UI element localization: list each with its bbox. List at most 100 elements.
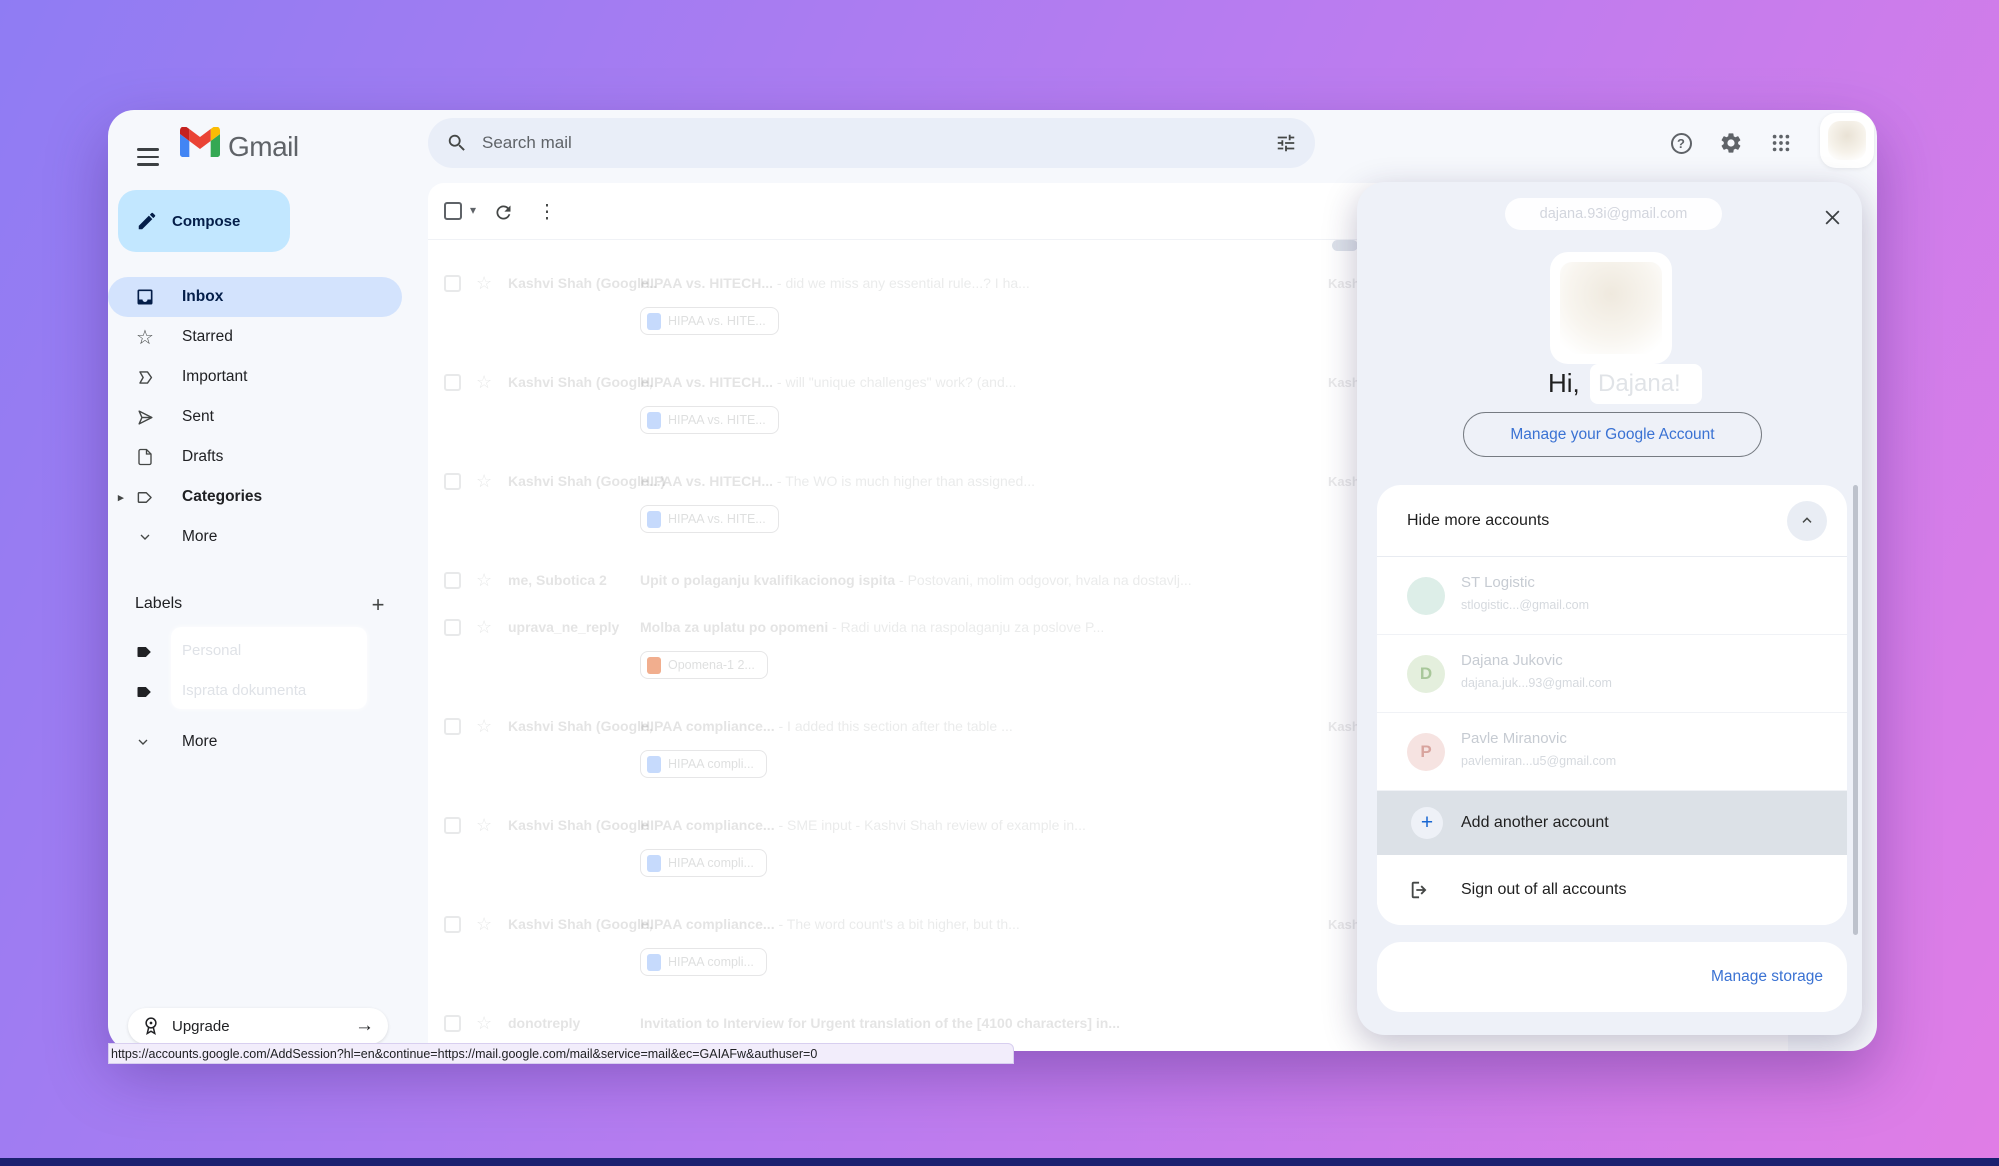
list-scrollbar[interactable] (1332, 240, 1358, 251)
caret-right-icon[interactable]: ▸ (118, 491, 124, 504)
close-icon[interactable] (1817, 202, 1847, 232)
row-checkbox[interactable] (444, 572, 461, 589)
help-icon[interactable]: ? (1661, 123, 1701, 163)
gmail-window: Gmail Search mail ? Compose Inbox☆Starre… (108, 110, 1877, 1051)
row-star-icon[interactable]: ☆ (476, 570, 492, 591)
row-star-icon[interactable]: ☆ (476, 914, 492, 935)
chevron-up-icon[interactable] (1787, 501, 1827, 541)
mail-subject: HIPAA compliance... - SME input - Kashvi… (640, 817, 1280, 833)
mail-snippet: - The word count's a bit higher, but th.… (778, 916, 1019, 932)
hide-more-accounts-row[interactable]: Hide more accounts (1377, 485, 1847, 557)
sign-out-row[interactable]: Sign out of all accounts (1377, 855, 1847, 925)
upgrade-button[interactable]: Upgrade → (128, 1008, 388, 1044)
attachment-chip-label: HIPAA vs. HITE... (668, 413, 766, 427)
attachment-chip[interactable]: Opomena-1 2... (640, 651, 768, 679)
attachment-chip[interactable]: HIPAA vs. HITE... (640, 406, 779, 434)
account-row[interactable]: PPavle Miranovicpavlemiran...u5@gmail.co… (1377, 713, 1847, 791)
apps-grid-icon[interactable] (1761, 123, 1801, 163)
row-star-icon[interactable]: ☆ (476, 1013, 492, 1034)
more-options-icon[interactable]: ⋮ (534, 199, 560, 225)
row-star-icon[interactable]: ☆ (476, 471, 492, 492)
plus-icon: + (1411, 807, 1443, 839)
add-label-icon[interactable]: + (364, 591, 392, 619)
account-avatar-icon: P (1407, 733, 1445, 771)
row-checkbox[interactable] (444, 718, 461, 735)
account-name-redacted: Dajana Jukovic (1461, 652, 1563, 669)
row-star-icon[interactable]: ☆ (476, 273, 492, 294)
sidebar-item-categories[interactable]: ▸ Categories (108, 477, 402, 517)
row-checkbox[interactable] (444, 473, 461, 490)
search-placeholder: Search mail (482, 133, 1275, 153)
sidebar-item-starred[interactable]: ☆Starred (108, 317, 402, 357)
attachment-chip[interactable]: HIPAA vs. HITE... (640, 505, 779, 533)
sidebar-item-more[interactable]: More (108, 517, 402, 557)
account-avatar-icon (1407, 577, 1445, 615)
attachment-doc-icon (647, 657, 661, 674)
row-star-icon[interactable]: ☆ (476, 617, 492, 638)
add-another-account-row[interactable]: + Add another account (1377, 791, 1847, 855)
label-text-redacted: Isprata dokumenta (182, 682, 306, 699)
attachment-chip[interactable]: HIPAA compli... (640, 849, 767, 877)
sidebar-item-sent[interactable]: Sent (108, 397, 402, 437)
upgrade-label: Upgrade (172, 1018, 230, 1035)
row-checkbox[interactable] (444, 817, 461, 834)
chevron-down-icon (135, 722, 151, 762)
account-row[interactable]: DDajana Jukovicdajana.juk...93@gmail.com (1377, 635, 1847, 713)
current-email-redacted: dajana.93i@gmail.com (1505, 198, 1722, 230)
row-checkbox[interactable] (444, 916, 461, 933)
row-star-icon[interactable]: ☆ (476, 815, 492, 836)
row-star-icon[interactable]: ☆ (476, 716, 492, 737)
account-row[interactable]: ST Logisticstlogistic...@gmail.com (1377, 557, 1847, 635)
attachment-chip[interactable]: HIPAA compli... (640, 750, 767, 778)
attachment-doc-icon (647, 412, 661, 429)
main-menu-icon[interactable] (132, 140, 166, 174)
sidebar-item-drafts[interactable]: Drafts (108, 437, 402, 477)
compose-button[interactable]: Compose (118, 190, 290, 252)
select-dropdown-caret-icon[interactable]: ▾ (470, 203, 476, 217)
attachment-chip-label: HIPAA compli... (668, 757, 754, 771)
attachment-chip[interactable]: HIPAA compli... (640, 948, 767, 976)
attachment-doc-icon (647, 511, 661, 528)
mail-subject: HIPAA compliance... - The word count's a… (640, 916, 1280, 932)
mail-subject: HIPAA vs. HITECH... - The WO is much hig… (640, 473, 1280, 489)
row-checkbox[interactable] (444, 374, 461, 391)
greeting-name-redacted: Dajana! (1590, 364, 1702, 404)
sidebar-item-important[interactable]: Important (108, 357, 402, 397)
attachment-chip[interactable]: HIPAA vs. HITE... (640, 307, 779, 335)
label-tag-icon (135, 682, 155, 702)
sidebar-labels-more[interactable]: More (182, 722, 217, 762)
row-checkbox[interactable] (444, 1015, 461, 1032)
add-another-account-label: Add another account (1461, 814, 1609, 832)
sidebar-item-label: More (182, 528, 217, 546)
search-options-icon[interactable] (1275, 132, 1297, 154)
mail-subject: HIPAA vs. HITECH... - will "unique chall… (640, 374, 1280, 390)
manage-storage-link[interactable]: Manage storage (1711, 968, 1823, 986)
sidebar-item-inbox[interactable]: Inbox (108, 277, 402, 317)
inbox-icon (134, 286, 156, 308)
attachment-doc-icon (647, 756, 661, 773)
account-avatar[interactable] (1820, 113, 1874, 168)
sign-out-label: Sign out of all accounts (1461, 881, 1626, 899)
settings-gear-icon[interactable] (1711, 123, 1751, 163)
profile-avatar-large (1550, 252, 1672, 364)
select-all-checkbox[interactable] (444, 202, 462, 220)
row-checkbox[interactable] (444, 619, 461, 636)
row-star-icon[interactable]: ☆ (476, 372, 492, 393)
hide-more-accounts-label: Hide more accounts (1407, 512, 1549, 530)
account-avatar-icon: D (1407, 655, 1445, 693)
mail-snippet: - Radi uvida na raspolaganju za poslove … (832, 619, 1104, 635)
search-bar[interactable]: Search mail (428, 118, 1315, 168)
important-icon (134, 366, 156, 388)
draft-icon (134, 446, 156, 468)
sidebar-item-label: Categories (182, 488, 262, 506)
sidebar-item-label: Sent (182, 408, 214, 426)
panel-scrollbar[interactable] (1853, 485, 1858, 935)
bottom-strip (0, 1158, 1999, 1166)
account-email-redacted: pavlemiran...u5@gmail.com (1461, 754, 1616, 768)
row-checkbox[interactable] (444, 275, 461, 292)
manage-google-account-button[interactable]: Manage your Google Account (1463, 412, 1762, 457)
compose-label: Compose (172, 213, 240, 230)
attachment-doc-icon (647, 313, 661, 330)
refresh-icon[interactable] (490, 199, 516, 225)
gmail-wordmark: Gmail (228, 131, 299, 163)
